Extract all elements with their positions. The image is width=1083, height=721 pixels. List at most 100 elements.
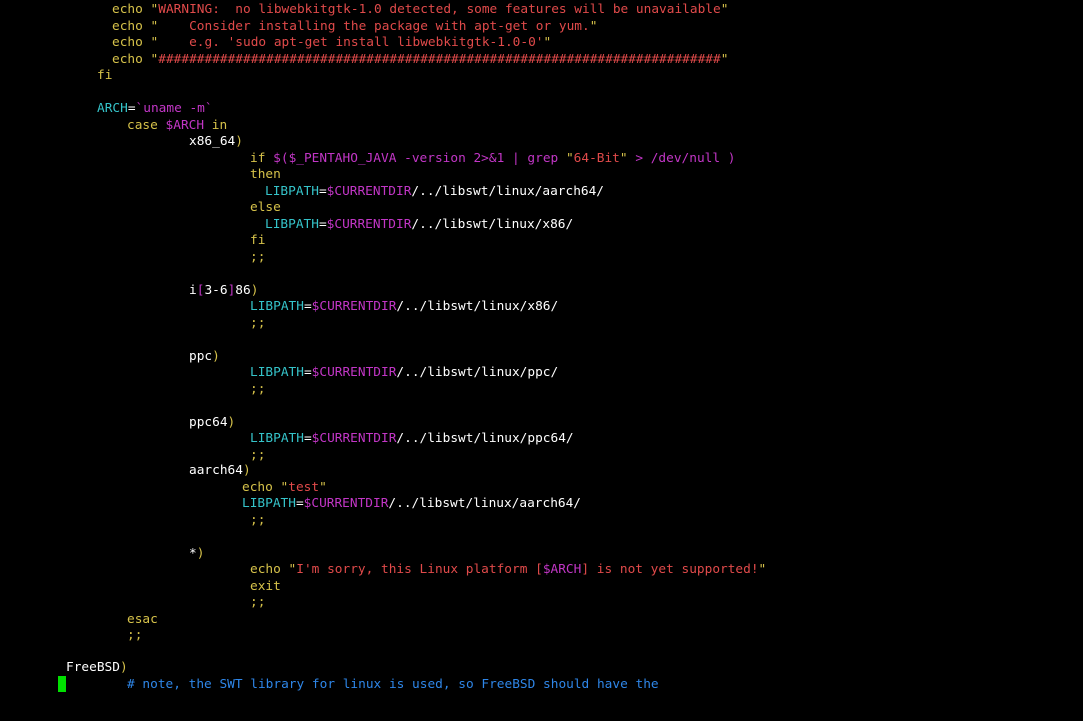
case-label: aarch64: [189, 463, 243, 478]
code-line: echo " Consider installing the package w…: [112, 19, 597, 35]
variable-name: LIBPATH: [265, 183, 319, 199]
path-text: /../libswt/linux/aarch64/: [388, 496, 582, 511]
variable-ref: $ARCH: [165, 117, 205, 133]
subshell-open: $(: [273, 150, 289, 166]
code-line: else: [250, 200, 281, 216]
variable-name: LIBPATH: [265, 216, 319, 232]
code-line: ARCH=`uname -m`: [97, 101, 213, 117]
code-line: ;;: [127, 628, 142, 644]
echo-keyword: echo: [112, 2, 143, 17]
string-literal: WARNING: no libwebkitgtk-1.0 detected, s…: [158, 2, 721, 17]
fi-keyword: fi: [97, 68, 113, 83]
code-line: case $ARCH in: [127, 118, 227, 134]
paren: ): [212, 348, 220, 364]
string-literal: 64-Bit: [573, 150, 620, 166]
else-keyword: else: [250, 200, 281, 215]
code-line: LIBPATH=$CURRENTDIR/../libswt/linux/x86/: [265, 217, 573, 233]
equals-sign: =: [295, 496, 304, 511]
code-line: ;;: [250, 316, 265, 332]
code-line: echo "WARNING: no libwebkitgtk-1.0 detec…: [112, 2, 728, 18]
command-substitution: `uname -m`: [135, 101, 213, 116]
code-line: echo "test": [242, 480, 327, 496]
case-label: *: [189, 545, 197, 561]
quote: ": [589, 18, 598, 34]
quote: ": [758, 562, 767, 577]
variable-name: LIBPATH: [250, 299, 304, 314]
case-label: ppc: [189, 348, 213, 364]
paren: ): [227, 414, 236, 430]
case-terminator: ;;: [250, 447, 266, 463]
code-line: LIBPATH=$CURRENTDIR/../libswt/linux/ppc/: [250, 365, 558, 381]
variable-name: LIBPATH: [250, 431, 304, 446]
code-line: echo " I'm sorry, this Linux platform [$A…: [250, 562, 766, 578]
string-literal: ########################################…: [158, 51, 721, 67]
equals-sign: =: [127, 101, 136, 116]
variable-ref: $CURRENTDIR: [326, 183, 412, 199]
terminal-window[interactable]: echo "WARNING: no libwebkitgtk-1.0 detec…: [0, 0, 1083, 721]
string-literal: Consider installing the package with apt…: [158, 18, 590, 34]
echo-keyword: echo: [112, 35, 143, 50]
echo-keyword: echo: [242, 479, 273, 495]
path-text: /../libswt/linux/x86/: [411, 216, 574, 232]
paren: ): [119, 660, 128, 675]
code-line: ;;: [250, 595, 265, 611]
code-line: ;;: [250, 250, 265, 266]
variable-ref: $CURRENTDIR: [326, 216, 412, 232]
equals-sign: =: [318, 216, 327, 232]
code-line: ;;: [250, 382, 265, 398]
quote: ": [319, 479, 327, 495]
case-terminator: ;;: [250, 512, 266, 528]
equals-sign: =: [303, 431, 312, 446]
path-text: /../libswt/linux/aarch64/: [411, 183, 605, 199]
case-terminator: ;;: [250, 249, 266, 265]
code-line: ;;: [250, 448, 265, 464]
string-literal: ] is not yet supported!: [581, 562, 759, 577]
quote: ": [619, 150, 628, 166]
string-literal: I'm sorry, this Linux platform [: [296, 562, 543, 577]
quote: ": [720, 2, 729, 17]
paren: ): [235, 134, 243, 149]
exit-keyword: exit: [250, 578, 281, 594]
variable-name: ARCH: [97, 101, 128, 116]
code-line: # note, the SWT library for linux is use…: [127, 677, 659, 693]
paren: ): [196, 545, 205, 561]
fi-keyword: fi: [250, 233, 266, 248]
code-line: LIBPATH=$CURRENTDIR/../libswt/linux/x86/: [250, 299, 558, 315]
code-line: LIBPATH=$CURRENTDIR/../libswt/linux/ppc6…: [250, 431, 574, 447]
paren: ): [250, 282, 259, 298]
variable-ref: $_PENTAHO_JAVA: [288, 150, 397, 166]
code-line: echo "##################################…: [112, 52, 728, 68]
code-line: LIBPATH=$CURRENTDIR/../libswt/linux/aarc…: [242, 496, 581, 512]
case-terminator: ;;: [250, 595, 266, 610]
in-keyword: in: [211, 117, 228, 133]
quote: ": [565, 150, 574, 166]
case-keyword: case: [127, 117, 158, 133]
case-label: FreeBSD: [66, 660, 120, 675]
code-line: fi: [250, 233, 265, 249]
variable-ref: $CURRENTDIR: [311, 365, 397, 380]
paren: ): [242, 463, 251, 478]
variable-ref: $CURRENTDIR: [303, 496, 389, 511]
path-text: /../libswt/linux/ppc64/: [396, 431, 574, 446]
echo-keyword: echo: [250, 562, 281, 577]
code-line: exit: [250, 579, 281, 595]
code-line: ppc): [189, 349, 220, 365]
code-line: i[3-6]86): [189, 283, 258, 299]
variable-ref: $CURRENTDIR: [311, 431, 397, 446]
code-line: esac: [127, 612, 158, 628]
path-text: /../libswt/linux/x86/: [396, 299, 559, 314]
echo-keyword: echo: [112, 51, 143, 67]
variable-name: LIBPATH: [250, 365, 304, 380]
quote: ": [543, 35, 552, 50]
code-line: then: [250, 167, 281, 183]
case-terminator: ;;: [250, 381, 266, 397]
code-line: LIBPATH=$CURRENTDIR/../libswt/linux/aarc…: [265, 184, 604, 200]
case-terminator: ;;: [250, 315, 266, 331]
code-line: if $($_PENTAHO_JAVA -version 2>&1 | grep…: [250, 151, 735, 167]
code-line: fi: [97, 68, 112, 84]
command-args: -version 2>&1 | grep: [396, 150, 566, 166]
string-literal: test: [288, 479, 320, 495]
equals-sign: =: [318, 183, 327, 199]
variable-name: LIBPATH: [242, 496, 296, 511]
text-cursor: [58, 676, 66, 692]
